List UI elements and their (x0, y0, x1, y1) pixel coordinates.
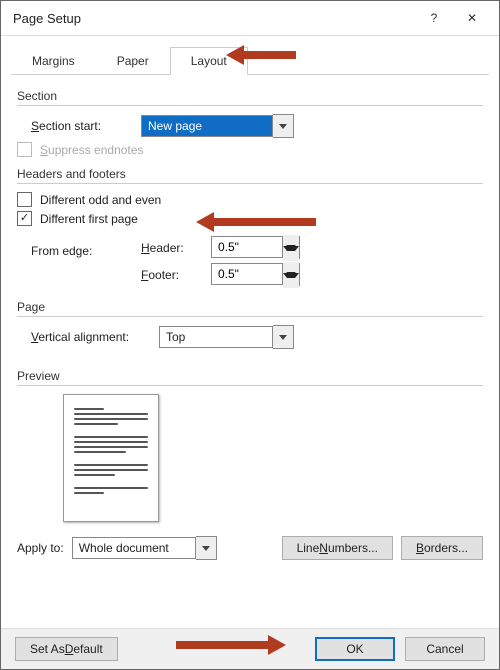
footer-label: Footer: (141, 268, 211, 282)
page-setup-dialog: Page Setup ? ✕ Margins Paper Layout Sect… (0, 0, 500, 670)
section-start-label: Section start: (31, 119, 141, 133)
divider (17, 183, 483, 184)
spinner-buttons[interactable] (283, 263, 300, 286)
section-start-value: New page (141, 115, 273, 137)
line-numbers-button[interactable]: Line Numbers... (282, 536, 393, 560)
spinner-buttons[interactable] (283, 236, 300, 259)
tab-margins[interactable]: Margins (11, 47, 96, 75)
apply-to-select[interactable]: Whole document (72, 536, 217, 560)
section-heading: Section (17, 89, 483, 103)
vertical-alignment-select[interactable]: Top (159, 325, 294, 349)
footer-spinner[interactable] (211, 263, 300, 286)
footer-input[interactable] (211, 263, 283, 285)
vertical-alignment-value: Top (159, 326, 273, 348)
header-label: Header: (141, 241, 211, 255)
close-button[interactable]: ✕ (453, 4, 491, 32)
set-as-default-button[interactable]: Set As Default (15, 637, 118, 661)
checkbox-icon: ✓ (17, 211, 32, 226)
dialog-footer: Set As Default OK Cancel (1, 628, 499, 669)
from-edge-label: From edge: (31, 232, 141, 258)
chevron-down-icon (273, 325, 294, 349)
preview-page (63, 394, 159, 522)
page-heading: Page (17, 300, 483, 314)
different-odd-even-checkbox[interactable]: Different odd and even (17, 192, 483, 207)
divider (17, 105, 483, 106)
divider (17, 316, 483, 317)
checkbox-icon (17, 192, 32, 207)
header-spinner[interactable] (211, 236, 300, 259)
chevron-down-icon (196, 536, 217, 560)
apply-to-value: Whole document (72, 537, 196, 559)
different-odd-even-label: Different odd and even (40, 193, 161, 207)
cancel-button[interactable]: Cancel (405, 637, 485, 661)
tab-layout[interactable]: Layout (170, 47, 248, 75)
suppress-endnotes-checkbox: Suppress endnotes (17, 142, 483, 157)
titlebar: Page Setup ? ✕ (1, 1, 499, 36)
header-input[interactable] (211, 236, 283, 258)
vertical-alignment-label: Vertical alignment: (31, 330, 159, 344)
divider (17, 385, 483, 386)
checkbox-icon (17, 142, 32, 157)
borders-button[interactable]: Borders... (401, 536, 483, 560)
tab-paper[interactable]: Paper (96, 47, 170, 75)
different-first-page-checkbox[interactable]: ✓ Different first page (17, 211, 483, 226)
window-title: Page Setup (13, 11, 81, 26)
chevron-down-icon (273, 114, 294, 138)
headers-heading: Headers and footers (17, 167, 483, 181)
apply-to-label: Apply to: (17, 541, 64, 555)
suppress-endnotes-label: Suppress endnotes (40, 143, 143, 157)
preview-heading: Preview (17, 369, 483, 383)
help-button[interactable]: ? (415, 4, 453, 32)
section-start-select[interactable]: New page (141, 114, 294, 138)
tab-strip: Margins Paper Layout (11, 46, 489, 75)
ok-button[interactable]: OK (315, 637, 395, 661)
different-first-page-label: Different first page (40, 212, 138, 226)
